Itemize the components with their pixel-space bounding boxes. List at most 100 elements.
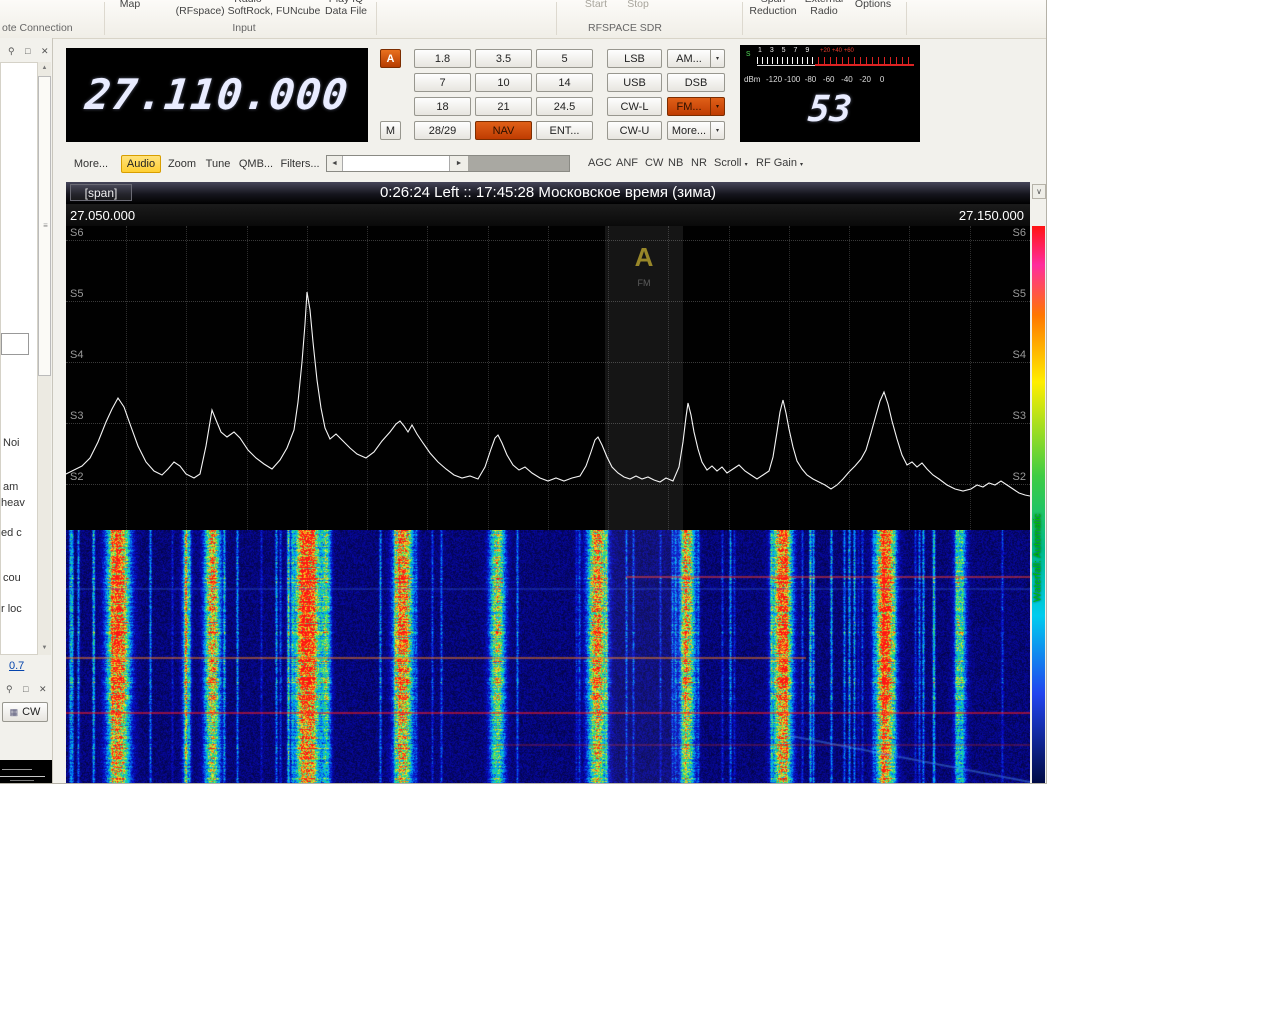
- memory-button[interactable]: M: [380, 121, 401, 140]
- s-meter-reading: 53: [738, 89, 922, 130]
- mode-cw-u-button[interactable]: CW-U: [607, 121, 662, 140]
- mode-usb-button[interactable]: USB: [607, 73, 662, 92]
- dropdown-arrow-icon[interactable]: ▾: [710, 50, 724, 67]
- s-label-right: S5: [1013, 288, 1026, 300]
- frequency-value: 27.110.000: [63, 70, 370, 119]
- side-panel-field[interactable]: [1, 333, 29, 355]
- toolbar-agc-button[interactable]: AGC: [588, 157, 612, 169]
- s-meter-ticks-red: [818, 57, 914, 64]
- s-label-left: S6: [70, 227, 83, 239]
- cw-panel-button[interactable]: ▦ CW: [2, 702, 48, 722]
- ribbon-map-button[interactable]: Map: [110, 0, 150, 10]
- band-21-button[interactable]: 21: [475, 97, 532, 116]
- band-14-button[interactable]: 14: [536, 73, 593, 92]
- spectrum-plot[interactable]: A FM S6 S5 S4 S3 S2 S6 S5 S4 S3 S2: [66, 226, 1030, 530]
- band-1-8-button[interactable]: 1.8: [414, 49, 471, 68]
- mode-lsb-button[interactable]: LSB: [607, 49, 662, 68]
- band-28-29-button[interactable]: 28/29: [414, 121, 471, 140]
- toolbar-more-button[interactable]: More...: [66, 155, 116, 173]
- ribbon-external-radio-button[interactable]: External Radio: [800, 0, 848, 17]
- waterfall-canvas[interactable]: [66, 530, 1030, 783]
- toolbar-filters-button[interactable]: Filters...: [278, 155, 322, 173]
- dropdown-arrow-icon[interactable]: ▾: [710, 98, 724, 115]
- dropdown-arrow-icon: ▾: [745, 162, 748, 168]
- side-panel-body: Noi am heav ed c cou r loc 0.7: [0, 62, 38, 655]
- toolbar-nr-button[interactable]: NR: [691, 157, 707, 169]
- ribbon-span-reduction-button[interactable]: Span Reduction: [746, 0, 800, 17]
- frequency-display[interactable]: 27.110.000: [66, 48, 368, 142]
- collapse-panel-button[interactable]: ∨: [1032, 184, 1046, 199]
- vfo-a-button[interactable]: A: [380, 49, 401, 68]
- toolbar-zoom-button[interactable]: Zoom: [164, 155, 200, 173]
- tuning-scrollbar[interactable]: ◄ ►: [326, 155, 570, 172]
- scrollbar-track-right[interactable]: [468, 156, 569, 171]
- side-panel-text: r loc: [1, 603, 37, 615]
- s-label-right: S4: [1013, 349, 1026, 361]
- s-meter-baseline-red: [815, 64, 914, 66]
- side-panel-text: ed c: [1, 527, 37, 539]
- ribbon-stop-button[interactable]: Stop: [620, 0, 656, 10]
- frequency-scale[interactable]: 27.050.000 27.150.000: [66, 204, 1030, 226]
- side-panel-scrollbar[interactable]: ▲ ≡ ▼: [38, 62, 51, 655]
- band-24-5-button[interactable]: 24.5: [536, 97, 593, 116]
- close-icon[interactable]: ✕: [39, 684, 47, 695]
- mode-cw-l-button[interactable]: CW-L: [607, 97, 662, 116]
- close-icon[interactable]: ✕: [41, 46, 49, 57]
- toolbar-rf-gain-button[interactable]: RF Gain ▾: [756, 157, 803, 169]
- mini-waterfall-line: [10, 780, 34, 781]
- band-7-button[interactable]: 7: [414, 73, 471, 92]
- dropdown-arrow-icon[interactable]: ▾: [710, 122, 724, 139]
- waterfall-legend-label: Waterfall: Automatic: [1031, 468, 1045, 648]
- scrollbar-thumb-vertical[interactable]: ≡: [38, 76, 51, 376]
- scrollbar-left-arrow[interactable]: ◄: [327, 156, 343, 171]
- band-18-button[interactable]: 18: [414, 97, 471, 116]
- band-nav-button[interactable]: NAV: [475, 121, 532, 140]
- toolbar-anf-button[interactable]: ANF: [616, 157, 638, 169]
- maximize-icon[interactable]: □: [23, 684, 28, 694]
- freq-scale-left: 27.050.000: [70, 208, 135, 223]
- s-label-left: S5: [70, 288, 83, 300]
- side-panel-text: am: [3, 481, 37, 493]
- ribbon-radio-input-button[interactable]: Radio (RFspace) SoftRock, FUNcube: [168, 0, 328, 17]
- ribbon-options-button[interactable]: Options: [850, 0, 896, 10]
- toolbar-cw-button[interactable]: CW: [645, 157, 663, 169]
- side-panel-text: Noi: [3, 437, 37, 449]
- mini-waterfall-line: [0, 776, 45, 777]
- s-label-right: S2: [1013, 471, 1026, 483]
- freq-scale-right: 27.150.000: [959, 208, 1024, 223]
- side-panel-link[interactable]: 0.7: [9, 660, 37, 672]
- mode-fm-button[interactable]: FM... ▾: [667, 97, 725, 116]
- s-meter-dbm-scale: -120 -100 -80 -60 -40 -20 0: [766, 75, 884, 84]
- ribbon-separator: [556, 2, 557, 35]
- ribbon-group-rfspace-sdr: RFSPACE SDR: [540, 22, 710, 34]
- band-5-button[interactable]: 5: [536, 49, 593, 68]
- ribbon-play-iq-button[interactable]: Play IQ Data File: [320, 0, 372, 17]
- s-meter-scale-red: +20 +40 +60: [820, 48, 854, 54]
- s-label-left: S4: [70, 349, 83, 361]
- mode-am-button[interactable]: AM... ▾: [667, 49, 725, 68]
- toolbar-nb-button[interactable]: NB: [668, 157, 683, 169]
- s-meter-baseline-white: [757, 65, 815, 66]
- pin-icon[interactable]: ⚲: [8, 46, 15, 57]
- s-label-right: S6: [1013, 227, 1026, 239]
- toolbar-scroll-button[interactable]: Scroll ▾: [714, 157, 748, 169]
- ribbon-separator: [906, 2, 907, 35]
- mode-dsb-button[interactable]: DSB: [667, 73, 725, 92]
- maximize-icon[interactable]: □: [25, 46, 30, 56]
- band-ent-button[interactable]: ENT...: [536, 121, 593, 140]
- toolbar-audio-button[interactable]: Audio: [121, 155, 161, 173]
- ribbon-start-button[interactable]: Start: [578, 0, 614, 10]
- toolbar-tune-button[interactable]: Tune: [202, 155, 234, 173]
- s-label-right: S3: [1013, 410, 1026, 422]
- scrollbar-thumb[interactable]: ►: [449, 156, 469, 171]
- spectrum-trace-svg: [66, 226, 1030, 530]
- waterfall-area[interactable]: [66, 530, 1030, 783]
- band-10-button[interactable]: 10: [475, 73, 532, 92]
- scrollbar-down-arrow[interactable]: ▼: [38, 642, 51, 655]
- mode-more-button[interactable]: More... ▾: [667, 121, 725, 140]
- ribbon-separator: [104, 2, 105, 35]
- band-3-5-button[interactable]: 3.5: [475, 49, 532, 68]
- toolbar-qmb-button[interactable]: QMB...: [236, 155, 276, 173]
- pin-icon[interactable]: ⚲: [6, 684, 13, 695]
- scrollbar-up-arrow[interactable]: ▲: [38, 62, 51, 75]
